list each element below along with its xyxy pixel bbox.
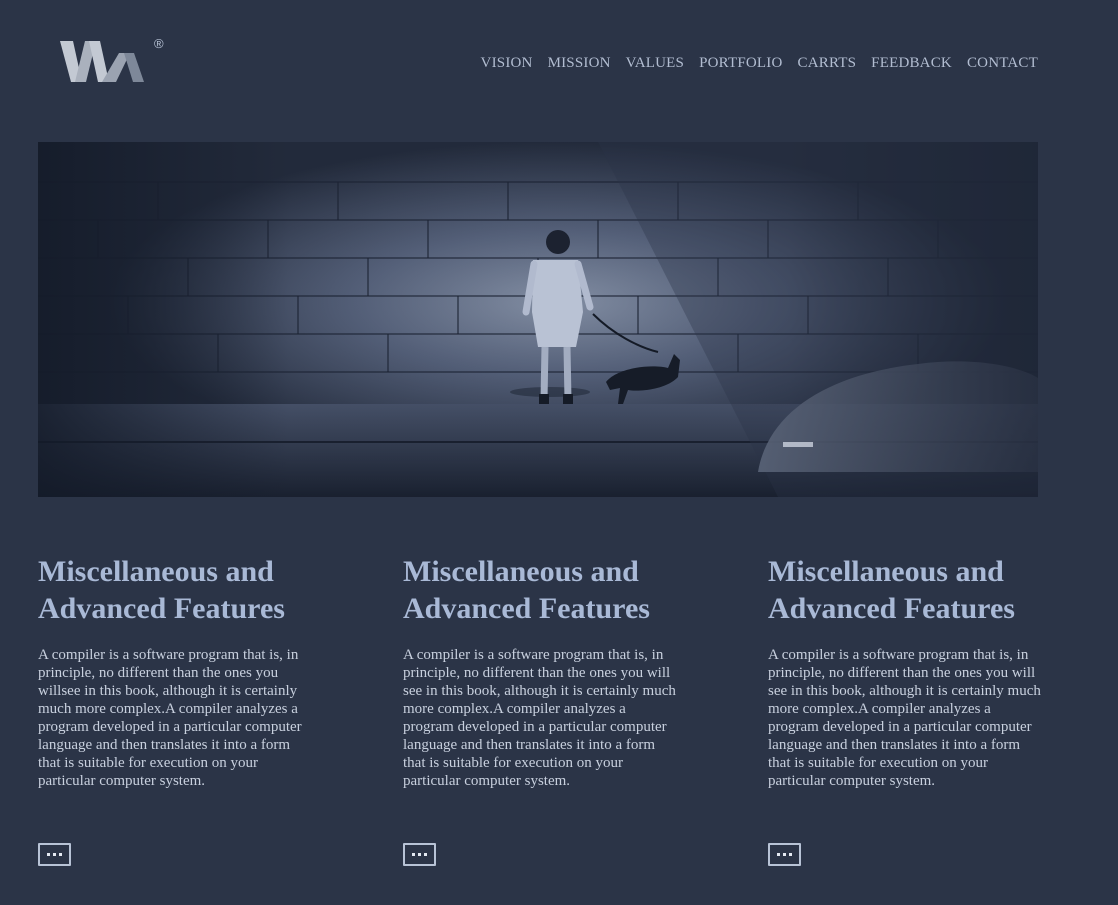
feature-body: A compiler is a software program that is… [403,647,676,789]
more-button[interactable] [768,843,801,866]
more-dots-icon [47,853,50,856]
more-dots-icon [777,853,780,856]
nav-link-vision[interactable]: VISION [481,54,533,72]
feature-title: Miscellaneous and Advanced Features [38,555,285,625]
nav-link-feedback[interactable]: FEEDBACK [871,54,952,72]
feature-column-3: Miscellaneous and Advanced Features A co… [768,553,1068,866]
nav-link-values[interactable]: VALUES [626,54,684,72]
feature-title: Miscellaneous and Advanced Features [768,555,1015,625]
more-button[interactable] [38,843,71,866]
registered-mark: ® [154,36,164,51]
wa-logo-icon [60,41,144,82]
hero-image [38,142,1038,497]
feature-body: A compiler is a software program that is… [768,647,1041,789]
feature-column-2: Miscellaneous and Advanced Features A co… [403,553,703,866]
more-button[interactable] [403,843,436,866]
feature-title: Miscellaneous and Advanced Features [403,555,650,625]
nav-link-mission[interactable]: MISSION [548,54,611,72]
nav-link-portfolio[interactable]: PORTFOLIO [699,54,782,72]
more-dots-icon [412,853,415,856]
feature-body: A compiler is a software program that is… [38,647,302,789]
nav-link-contact[interactable]: CONTACT [967,54,1038,72]
nav-link-carrts[interactable]: CARRTS [798,54,857,72]
main-nav: VISION MISSION VALUES PORTFOLIO CARRTS F… [481,54,1038,72]
logo[interactable]: ® [60,36,170,88]
feature-column-1: Miscellaneous and Advanced Features A co… [38,553,338,866]
